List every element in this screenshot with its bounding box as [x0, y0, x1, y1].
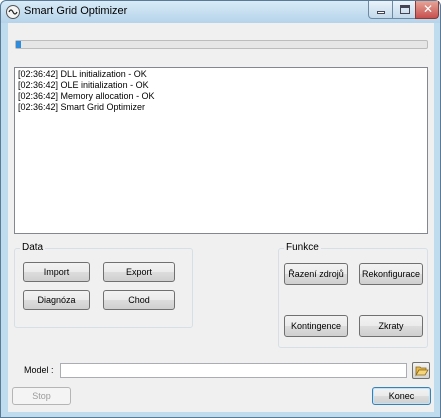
folder-open-icon [415, 366, 429, 377]
kontingence-button[interactable]: Kontingence [284, 315, 348, 337]
model-label: Model : [24, 365, 54, 375]
log-list[interactable]: [02:36:42] DLL initialization - OK [02:3… [14, 67, 428, 234]
browse-model-button[interactable] [412, 362, 430, 379]
maximize-icon [400, 5, 410, 14]
funkce-group-legend: Funkce [284, 242, 321, 253]
log-line: [02:36:42] OLE initialization - OK [18, 80, 149, 90]
data-group: Data Import Export Diagnóza Chod [14, 242, 193, 328]
data-group-legend: Data [20, 242, 46, 253]
log-line: [02:36:42] Memory allocation - OK [18, 91, 155, 101]
minimize-icon [377, 11, 385, 14]
zkraty-button[interactable]: Zkraty [359, 315, 423, 337]
log-line: [02:36:42] Smart Grid Optimizer [18, 102, 146, 112]
progress-bar [15, 40, 428, 49]
model-input[interactable] [60, 363, 407, 378]
minimize-button[interactable] [368, 1, 393, 19]
client-area: [02:36:42] DLL initialization - OK [02:3… [8, 23, 434, 412]
app-wave-icon[interactable] [6, 5, 20, 19]
rekonfigurace-button[interactable]: Rekonfigurace [359, 263, 423, 285]
progress-fill [16, 41, 21, 48]
konec-button[interactable]: Konec [372, 387, 431, 405]
maximize-button[interactable] [392, 1, 416, 19]
title-bar[interactable]: Smart Grid Optimizer ✕ [1, 1, 440, 23]
funkce-group: Funkce Řazení zdrojů Rekonfigurace Konti… [278, 242, 428, 348]
app-window: Smart Grid Optimizer ✕ [02:36:42] DLL in… [0, 0, 441, 418]
razeni-zdroju-button[interactable]: Řazení zdrojů [284, 263, 348, 285]
chod-button[interactable]: Chod [103, 290, 175, 310]
export-button[interactable]: Export [103, 262, 175, 282]
window-title: Smart Grid Optimizer [24, 5, 128, 17]
diagnoza-button[interactable]: Diagnóza [23, 290, 90, 310]
close-button[interactable]: ✕ [415, 1, 439, 19]
log-line: [02:36:42] DLL initialization - OK [18, 69, 147, 79]
close-icon: ✕ [423, 2, 434, 16]
stop-button[interactable]: Stop [12, 387, 71, 405]
import-button[interactable]: Import [23, 262, 90, 282]
